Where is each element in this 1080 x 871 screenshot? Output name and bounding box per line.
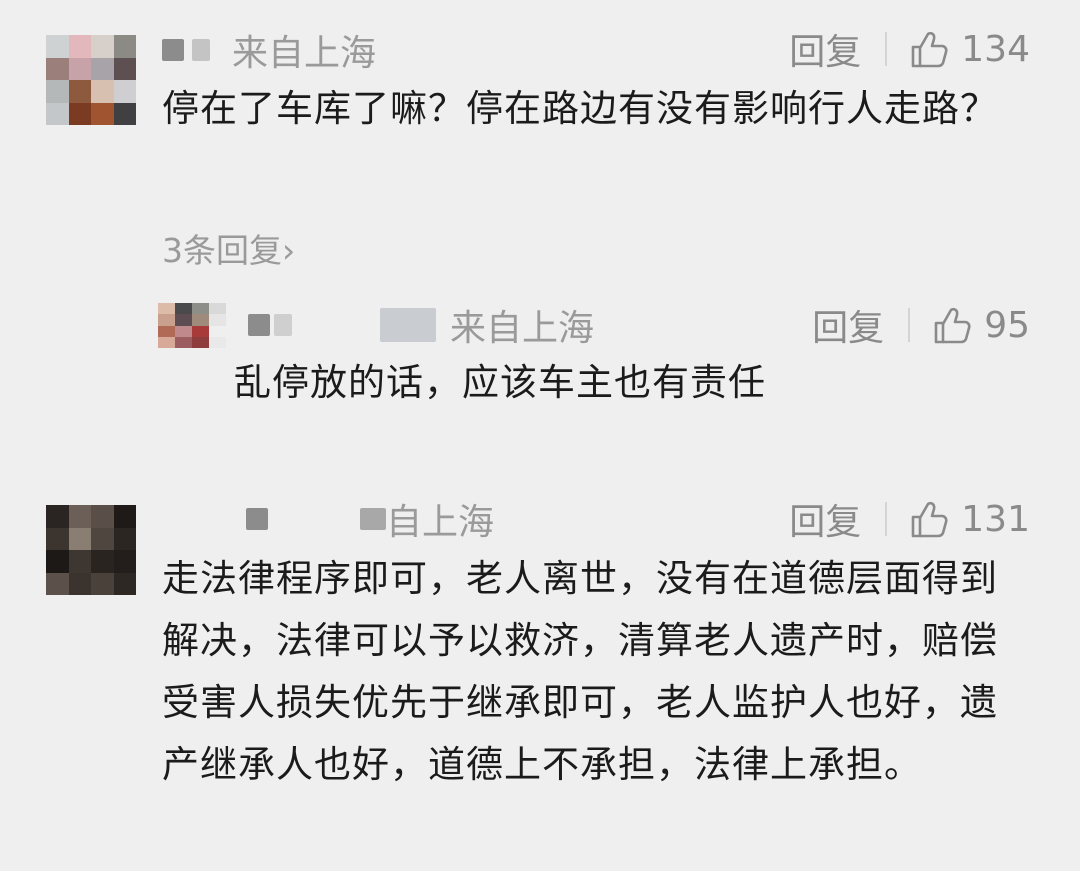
avatar-mosaic-cell [113,57,136,80]
avatar-mosaic-cell [158,303,175,315]
comment-meta: 来自上海 [162,28,376,74]
avatar[interactable] [46,35,136,125]
avatar-mosaic-cell [91,527,114,550]
avatar-mosaic-cell [46,57,69,80]
avatar-mosaic-cell [209,325,226,337]
avatar-mosaic-cell [68,80,91,103]
comment-text: 乱停放的话，应该车主也有责任 [234,361,766,404]
comment-actions: 回复 95 [812,299,1030,351]
divider [885,502,888,536]
avatar-mosaic-cell [192,325,209,337]
avatar-mosaic-cell [113,505,136,528]
avatar-mosaic-cell [68,102,91,125]
avatar-mosaic-cell [158,325,175,337]
avatar-mosaic-cell [46,80,69,103]
username-redacted [192,39,210,61]
comment-meta: 自上海 [246,496,495,543]
comment-text: 走法律程序即可，老人离世，没有在道德层面得到解决，法律可以予以救济，清算老人遗产… [162,557,998,786]
avatar-mosaic-cell [68,550,91,573]
avatar-mosaic-cell [113,35,136,58]
like-button[interactable]: 134 [909,29,1030,70]
like-count: 134 [961,28,1030,70]
comment-text: 停在了车库了嘛？停在路边有没有影响行人走路？ [162,87,998,130]
avatar-mosaic-cell [68,527,91,550]
avatar-mosaic-cell [158,336,175,348]
avatar-mosaic-cell [175,314,192,326]
avatar-mosaic-cell [113,80,136,103]
username-redacted [274,314,292,336]
avatar-mosaic-cell [68,57,91,80]
username-redacted[interactable] [162,39,184,61]
avatar-mosaic-cell [113,527,136,550]
avatar-mosaic-cell [175,303,192,315]
avatar-mosaic-cell [46,550,69,573]
avatar-mosaic-cell [175,336,192,348]
location-label: 来自上海 [232,33,377,74]
reply-button[interactable]: 回复 [789,23,861,75]
avatar[interactable] [46,505,136,595]
reply-button[interactable]: 回复 [812,299,884,351]
username-redacted[interactable] [246,508,268,530]
avatar-mosaic-cell [91,80,114,103]
thumbs-up-icon [911,31,948,68]
username-redacted [360,508,386,530]
avatar-mosaic-cell [68,35,91,58]
avatar-mosaic-cell [91,57,114,80]
avatar-mosaic-cell [158,314,175,326]
avatar-mosaic-cell [91,102,114,125]
avatar-mosaic-cell [91,35,114,58]
comment-meta: 来自上海 [248,300,594,350]
thumbs-up-icon [911,501,948,538]
avatar-mosaic-cell [113,572,136,595]
location-label: 来自上海 [450,308,595,349]
avatar-mosaic-cell [46,102,69,125]
location-label: 自上海 [386,502,495,543]
avatar-mosaic-cell [91,572,114,595]
reply-button[interactable]: 回复 [789,493,861,545]
avatar-mosaic-cell [46,35,69,58]
avatar-mosaic-cell [46,527,69,550]
avatar-mosaic-cell [192,314,209,326]
username-redacted[interactable] [248,314,270,336]
avatar-mosaic-cell [46,505,69,528]
like-button[interactable]: 131 [909,499,1030,540]
comment-actions: 回复 131 [789,493,1030,545]
avatar-mosaic-cell [192,303,209,315]
avatar-mosaic-cell [46,572,69,595]
avatar-mosaic-cell [209,314,226,326]
thumbs-up-icon [934,307,971,344]
like-count: 95 [984,304,1030,346]
avatar-mosaic-cell [91,550,114,573]
avatar-mosaic-cell [209,336,226,348]
avatar[interactable] [158,303,226,348]
divider [908,308,911,342]
like-count: 131 [961,498,1030,540]
avatar-mosaic-cell [68,505,91,528]
view-replies-link[interactable]: 3条回复› [162,224,295,272]
username-redacted [380,308,436,342]
like-button[interactable]: 95 [932,305,1030,346]
comment-actions: 回复 134 [789,23,1030,75]
avatar-mosaic-cell [113,102,136,125]
avatar-mosaic-cell [209,303,226,315]
avatar-mosaic-cell [175,325,192,337]
avatar-mosaic-cell [91,505,114,528]
avatar-mosaic-cell [192,336,209,348]
divider [885,32,888,66]
avatar-mosaic-cell [68,572,91,595]
avatar-mosaic-cell [113,550,136,573]
